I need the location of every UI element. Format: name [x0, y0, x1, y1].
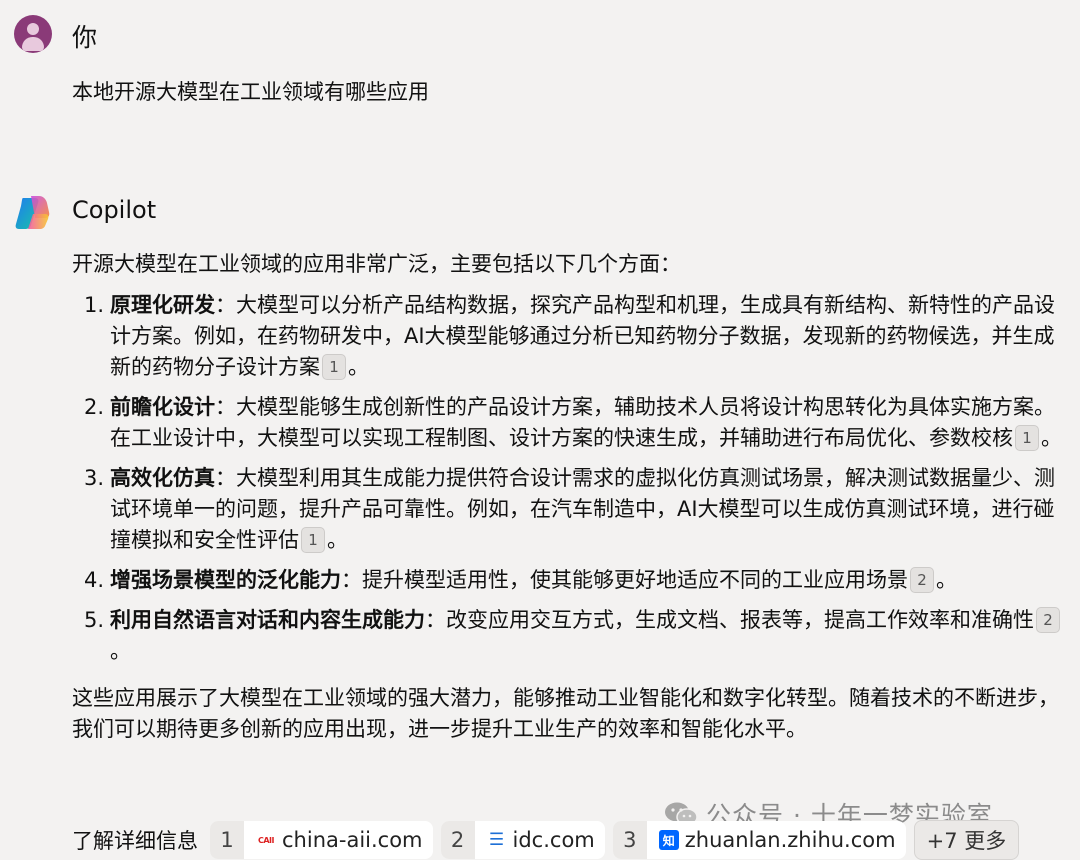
source-number: 2	[440, 821, 475, 859]
citation-badge[interactable]: 1	[322, 354, 346, 380]
list-item-text: ：改变应用交互方式，生成文档、报表等，提高工作效率和准确性	[425, 608, 1034, 632]
source-domain: china-aii.com	[282, 828, 423, 852]
citation-badge[interactable]: 1	[1015, 425, 1039, 451]
list-item-number: 2.	[84, 395, 105, 419]
list-item-end: 。	[327, 528, 348, 552]
list-item-text: ：大模型能够生成创新性的产品设计方案，辅助技术人员将设计构思转化为具体实施方案。…	[110, 395, 1055, 450]
sources-label: 了解详细信息	[72, 829, 198, 853]
source-domain-wrap: CAII china-aii.com	[244, 828, 433, 852]
user-avatar	[14, 15, 52, 53]
source-domain: zhuanlan.zhihu.com	[684, 828, 896, 852]
source-link-3[interactable]: 3 知 zhuanlan.zhihu.com	[612, 821, 906, 859]
answer-list: 1. 原理化研发：大模型可以分析产品结构数据，探究产品构型和机理，生成具有新结构…	[72, 290, 1062, 667]
source-link-1[interactable]: 1 CAII china-aii.com	[210, 821, 433, 859]
list-item-end: 。	[1041, 426, 1062, 450]
list-item-end: 。	[936, 568, 957, 592]
source-domain-wrap: 知 zhuanlan.zhihu.com	[647, 828, 906, 852]
list-item-title: 原理化研发	[110, 293, 215, 317]
list-item: 5. 利用自然语言对话和内容生成能力：改变应用交互方式，生成文档、报表等，提高工…	[72, 605, 1062, 667]
list-item: 2. 前瞻化设计：大模型能够生成创新性的产品设计方案，辅助技术人员将设计构思转化…	[72, 392, 1062, 454]
list-item-number: 1.	[84, 293, 105, 317]
list-item-text: ：大模型可以分析产品结构数据，探究产品构型和机理，生成具有新结构、新特性的产品设…	[110, 293, 1055, 379]
list-item-number: 5.	[84, 608, 105, 632]
more-sources-button[interactable]: +7 更多	[913, 820, 1020, 860]
source-number: 3	[612, 821, 647, 859]
user-name: 你	[72, 23, 98, 52]
sources-bar: 了解详细信息 1 CAII china-aii.com 2 ☰ idc.com …	[72, 820, 1020, 860]
china-aii-favicon-icon: CAII	[256, 830, 276, 850]
source-domain-wrap: ☰ idc.com	[475, 828, 605, 852]
answer-conclusion: 这些应用展示了大模型在工业领域的强大潜力，能够推动工业智能化和数字化转型。随着技…	[72, 686, 1059, 741]
copilot-logo-icon	[15, 196, 50, 229]
list-item-number: 4.	[84, 568, 105, 592]
list-item-title: 前瞻化设计	[110, 395, 215, 419]
source-link-2[interactable]: 2 ☰ idc.com	[440, 821, 605, 859]
citation-badge[interactable]: 2	[1036, 607, 1060, 633]
list-item-title: 高效化仿真	[110, 466, 215, 490]
copilot-name: Copilot	[72, 196, 157, 224]
citation-badge[interactable]: 1	[301, 527, 325, 553]
zhihu-favicon-icon: 知	[658, 830, 679, 850]
source-number: 1	[210, 821, 244, 859]
list-item: 3. 高效化仿真：大模型利用其生成能力提供符合设计需求的虚拟化仿真测试场景，解决…	[72, 463, 1062, 556]
citation-badge[interactable]: 2	[910, 567, 934, 593]
list-item-end: 。	[110, 639, 131, 663]
list-item-end: 。	[348, 355, 369, 379]
answer-intro: 开源大模型在工业领域的应用非常广泛，主要包括以下几个方面：	[72, 252, 681, 276]
list-item: 1. 原理化研发：大模型可以分析产品结构数据，探究产品构型和机理，生成具有新结构…	[72, 290, 1062, 383]
list-item-text: ：提升模型适用性，使其能够更好地适应不同的工业应用场景	[341, 568, 908, 592]
user-avatar-body	[22, 37, 44, 51]
source-domain: idc.com	[512, 828, 595, 852]
list-item-number: 3.	[84, 466, 105, 490]
user-message: 本地开源大模型在工业领域有哪些应用	[72, 80, 429, 104]
idc-favicon-icon: ☰	[488, 830, 505, 850]
list-item: 4. 增强场景模型的泛化能力：提升模型适用性，使其能够更好地适应不同的工业应用场…	[72, 565, 1062, 596]
copilot-answer: 开源大模型在工业领域的应用非常广泛，主要包括以下几个方面： 1. 原理化研发：大…	[72, 249, 1062, 745]
user-avatar-head	[27, 23, 39, 35]
list-item-text: ：大模型利用其生成能力提供符合设计需求的虚拟化仿真测试场景，解决测试数据量少、测…	[110, 466, 1055, 552]
list-item-title: 利用自然语言对话和内容生成能力	[110, 608, 425, 632]
list-item-title: 增强场景模型的泛化能力	[110, 568, 341, 592]
